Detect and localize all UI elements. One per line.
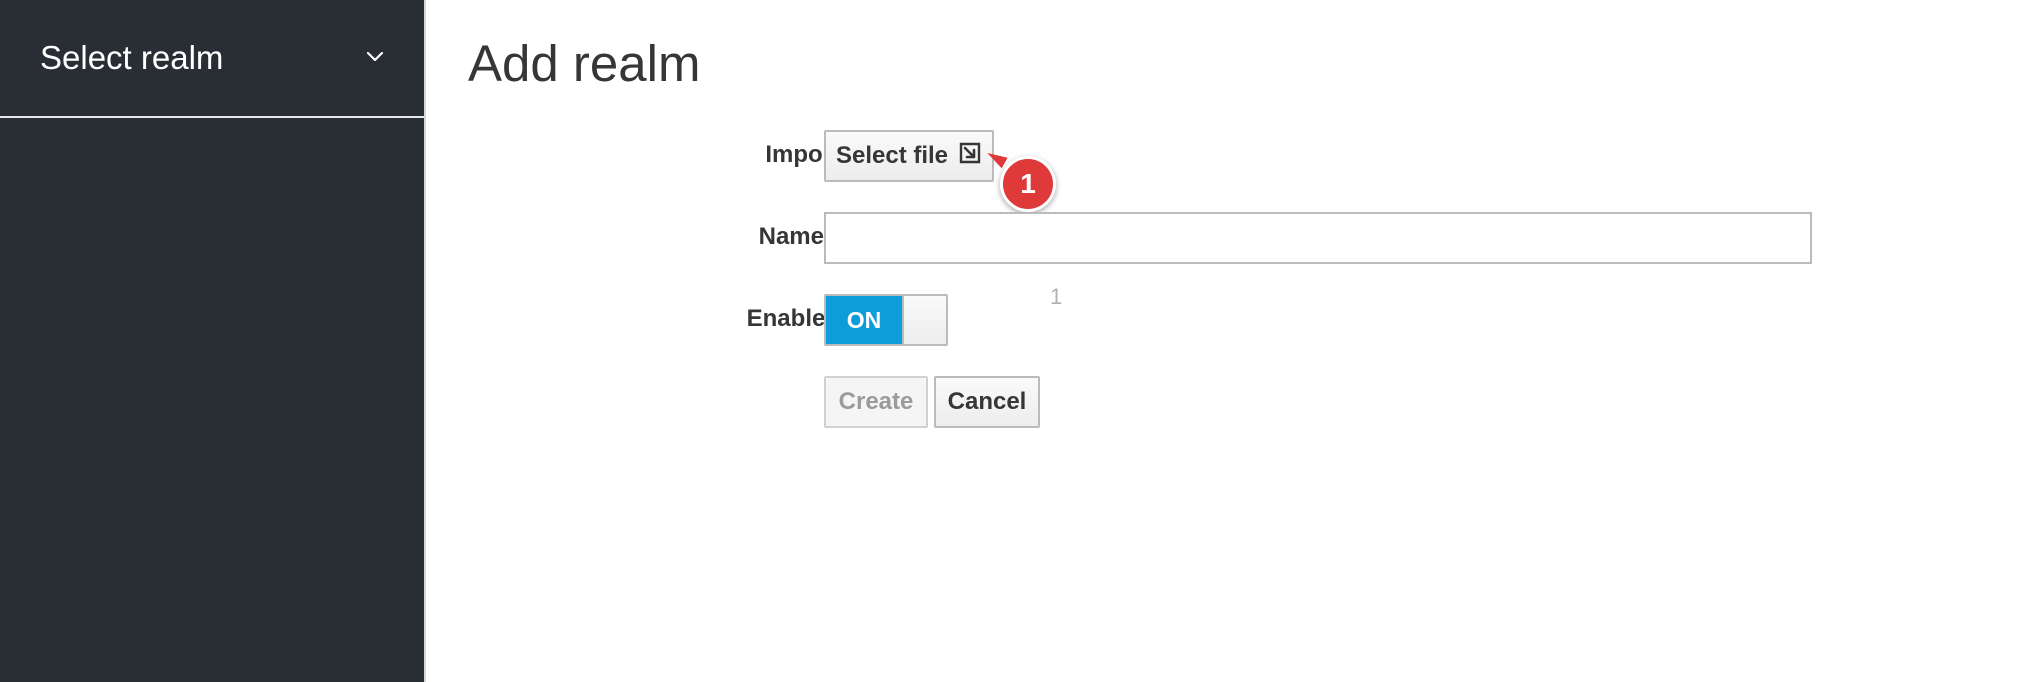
- name-label-text: Name: [758, 223, 824, 250]
- select-file-label: Select file: [835, 142, 949, 169]
- toggle-knob[interactable]: [902, 296, 946, 344]
- chevron-down-icon[interactable]: [366, 48, 384, 66]
- import-label: Import: [765, 141, 840, 168]
- page-title: Add realm: [468, 35, 701, 92]
- enabled-toggle[interactable]: ON: [824, 294, 948, 346]
- annotation-badge: 1: [1000, 156, 1056, 212]
- cancel-button[interactable]: Cancel: [934, 376, 1040, 428]
- create-button[interactable]: Create: [824, 376, 928, 428]
- realm-selector[interactable]: Select realm: [0, 0, 424, 118]
- realm-selector-label: Select realm: [40, 39, 224, 76]
- enabled-label: Enabled: [746, 305, 840, 332]
- main-content: Add realm Import Select file 1 Name * 1 …: [424, 0, 2034, 682]
- sidebar: Select realm: [0, 0, 424, 682]
- stray-mark: 1: [1050, 284, 1063, 309]
- select-file-button[interactable]: Select file: [824, 130, 994, 182]
- name-input[interactable]: [824, 212, 1812, 264]
- name-label: Name *: [520, 222, 840, 252]
- toggle-on-label: ON: [826, 296, 902, 344]
- external-import-icon: [958, 141, 982, 172]
